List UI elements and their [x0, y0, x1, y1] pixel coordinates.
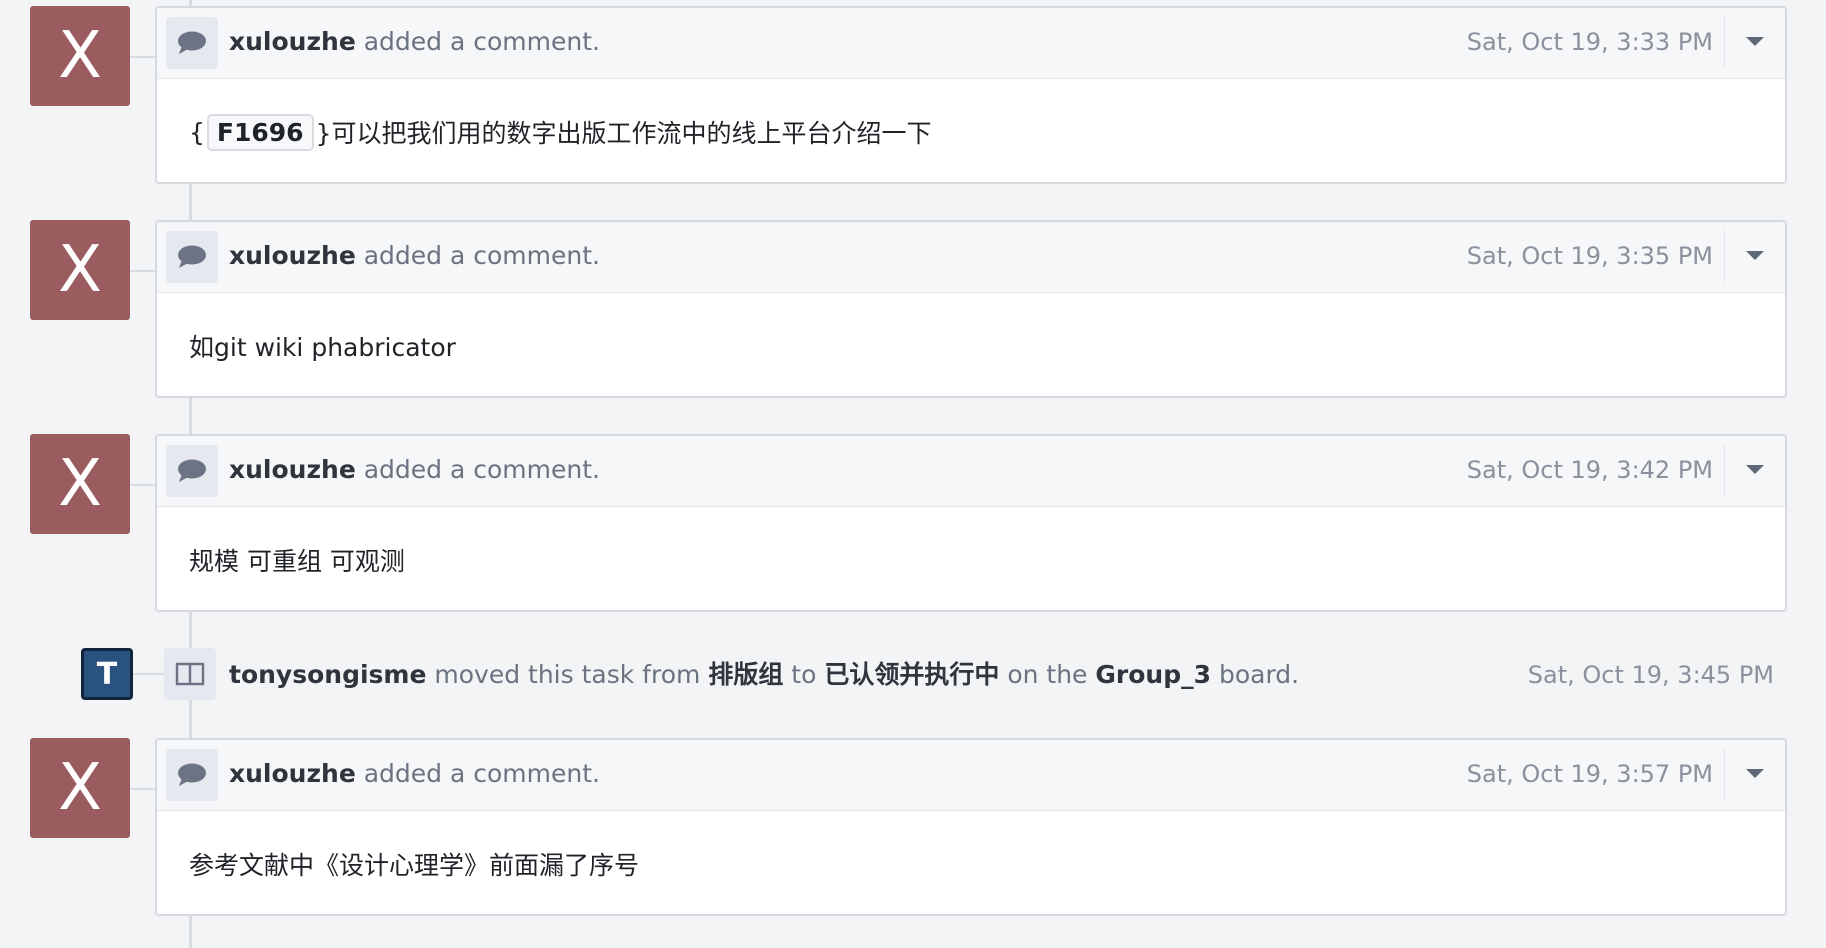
comment-card: xulouzhe added a comment. Sat, Oct 19, 3…: [155, 434, 1787, 612]
timeline-connector: [133, 673, 165, 675]
comment-body-text: 规模 可重组 可观测: [189, 547, 405, 576]
caret-down-icon: [1746, 251, 1764, 260]
comment-header: xulouzhe added a comment. Sat, Oct 19, 3…: [157, 222, 1785, 293]
comment-icon: [166, 749, 218, 801]
timeline-connector: [130, 484, 156, 486]
to-column-name: 已认领并执行中: [824, 660, 1000, 689]
caret-down-icon: [1746, 465, 1764, 474]
from-column-name: 排版组: [708, 660, 784, 689]
avatar[interactable]: X: [30, 434, 130, 534]
comment-header-text: xulouzhe added a comment.: [229, 436, 600, 504]
comment-body: { F1696 }可以把我们用的数字出版工作流中的线上平台介绍一下: [157, 79, 1785, 182]
comment-icon: [166, 231, 218, 283]
comment-action: added a comment.: [363, 27, 600, 56]
author-link[interactable]: xulouzhe: [229, 455, 356, 484]
move-text-board: board.: [1218, 660, 1300, 689]
avatar[interactable]: X: [30, 738, 130, 838]
move-text-moved: moved this task from: [434, 660, 701, 689]
comment-header-text: xulouzhe added a comment.: [229, 8, 600, 76]
header-divider: [1724, 444, 1725, 496]
comment-body-text: 如git wiki phabricator: [189, 333, 456, 362]
columns-icon: [164, 648, 216, 700]
comment-icon: [166, 17, 218, 69]
comment-header: xulouzhe added a comment. Sat, Oct 19, 3…: [157, 8, 1785, 79]
comment-timestamp[interactable]: Sat, Oct 19, 3:33 PM: [1467, 8, 1713, 76]
avatar[interactable]: X: [30, 220, 130, 320]
header-divider: [1724, 16, 1725, 68]
header-divider: [1724, 230, 1725, 282]
comment-header: xulouzhe added a comment. Sat, Oct 19, 3…: [157, 436, 1785, 507]
comment-header-text: xulouzhe added a comment.: [229, 740, 600, 808]
comment-header: xulouzhe added a comment. Sat, Oct 19, 3…: [157, 740, 1785, 811]
timeline-connector: [130, 56, 156, 58]
comment-action: added a comment.: [363, 241, 600, 270]
move-event-timestamp[interactable]: Sat, Oct 19, 3:45 PM: [1528, 640, 1774, 710]
author-link[interactable]: xulouzhe: [229, 241, 356, 270]
caret-down-icon: [1746, 769, 1764, 778]
comment-body-text: 参考文献中《设计心理学》前面漏了序号: [189, 851, 640, 880]
timeline-connector: [130, 788, 156, 790]
comment-menu-button[interactable]: [1743, 460, 1767, 480]
comment-body-text: }可以把我们用的数字出版工作流中的线上平台介绍一下: [315, 119, 932, 148]
timeline-connector: [130, 270, 156, 272]
comment-timestamp[interactable]: Sat, Oct 19, 3:57 PM: [1467, 740, 1713, 808]
avatar-letter: X: [58, 751, 102, 825]
task-move-event: T tonysongisme moved this task from 排版组 …: [0, 640, 1826, 712]
board-link[interactable]: Group_3: [1095, 660, 1211, 689]
comment-action: added a comment.: [363, 455, 600, 484]
avatar-letter: X: [58, 233, 102, 307]
comment-menu-button[interactable]: [1743, 32, 1767, 52]
comment-card: xulouzhe added a comment. Sat, Oct 19, 3…: [155, 220, 1787, 398]
task-timeline: X xulouzhe added a comment. Sat, Oct 19,…: [0, 0, 1826, 948]
comment-header-text: xulouzhe added a comment.: [229, 222, 600, 290]
comment-action: added a comment.: [363, 759, 600, 788]
comment-menu-button[interactable]: [1743, 764, 1767, 784]
comment-menu-button[interactable]: [1743, 246, 1767, 266]
comment-body: 参考文献中《设计心理学》前面漏了序号: [157, 811, 1785, 914]
author-link[interactable]: xulouzhe: [229, 759, 356, 788]
comment-body-prefix: {: [189, 117, 205, 147]
comment-icon: [166, 445, 218, 497]
header-divider: [1724, 748, 1725, 800]
avatar-letter: T: [96, 656, 118, 692]
author-link[interactable]: xulouzhe: [229, 27, 356, 56]
comment-timestamp[interactable]: Sat, Oct 19, 3:35 PM: [1467, 222, 1713, 290]
comment-timestamp[interactable]: Sat, Oct 19, 3:42 PM: [1467, 436, 1713, 504]
move-event-text: tonysongisme moved this task from 排版组 to…: [229, 640, 1299, 710]
avatar-letter: X: [58, 447, 102, 521]
author-link[interactable]: tonysongisme: [229, 660, 426, 689]
comment-card: xulouzhe added a comment. Sat, Oct 19, 3…: [155, 738, 1787, 916]
caret-down-icon: [1746, 37, 1764, 46]
avatar[interactable]: T: [81, 648, 133, 700]
comment-card: xulouzhe added a comment. Sat, Oct 19, 3…: [155, 6, 1787, 184]
file-reference-link[interactable]: F1696: [206, 113, 314, 151]
move-text-to: to: [791, 660, 817, 689]
avatar[interactable]: X: [30, 6, 130, 106]
avatar-letter: X: [58, 19, 102, 93]
move-text-on-the: on the: [1007, 660, 1088, 689]
comment-body: 如git wiki phabricator: [157, 293, 1785, 396]
comment-body: 规模 可重组 可观测: [157, 507, 1785, 610]
